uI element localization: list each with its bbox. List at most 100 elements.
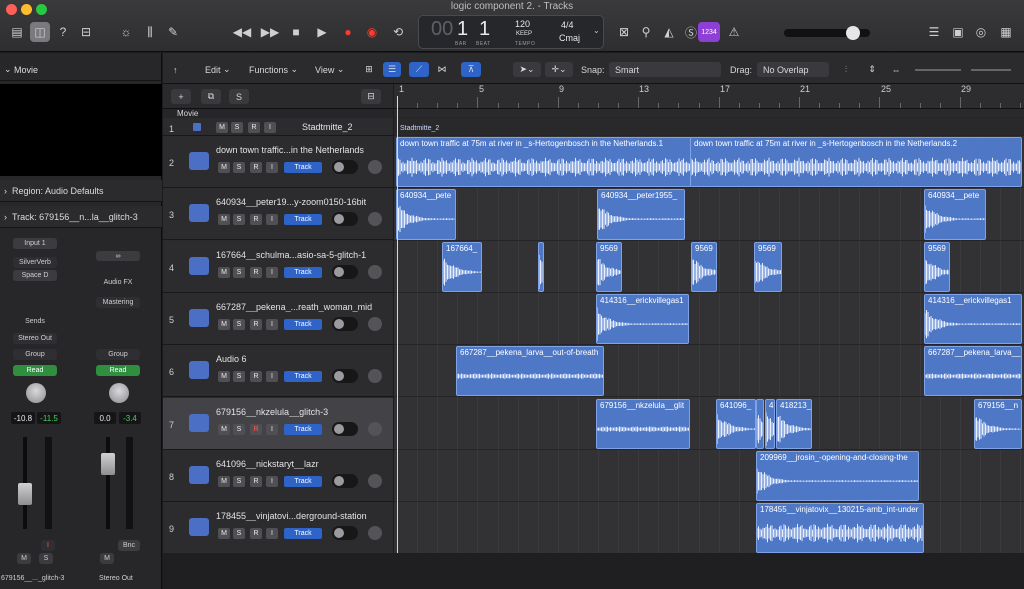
audio-region[interactable]: [756, 398, 764, 449]
group-slot[interactable]: Group: [96, 349, 140, 360]
stop-button[interactable]: ■: [286, 22, 306, 42]
audio-region[interactable]: 9569: [691, 241, 717, 292]
input-monitor-button[interactable]: I: [266, 423, 278, 435]
mute-button[interactable]: M: [100, 553, 114, 564]
track-header-2[interactable]: 2 down town traffic...in the Netherlands…: [163, 136, 393, 188]
audio-region[interactable]: 418213_: [776, 398, 812, 449]
track-on-toggle[interactable]: [332, 264, 358, 279]
pointer-tool-icon[interactable]: ➤⌄: [513, 62, 541, 77]
record-button[interactable]: R: [250, 266, 262, 278]
quick-help-button[interactable]: ?: [53, 22, 73, 42]
notepad-button[interactable]: ▣: [948, 22, 968, 42]
playhead[interactable]: [397, 96, 398, 556]
cpu-meter-badge[interactable]: 1234: [698, 22, 720, 42]
record-button[interactable]: R: [248, 122, 260, 133]
horizontal-zoom-slider[interactable]: [971, 62, 1019, 77]
volume-knob[interactable]: [368, 160, 382, 174]
audio-region[interactable]: 679156__nkzelula__glit: [596, 398, 690, 449]
drag-dropdown[interactable]: No Overlap: [757, 62, 829, 77]
tracks-area[interactable]: Stadtmitte_2 down town traffic at 75m at…: [394, 109, 1024, 553]
mute-button[interactable]: M: [218, 371, 230, 383]
input-monitor-button[interactable]: I: [264, 122, 276, 133]
audio-region[interactable]: 9569: [596, 241, 622, 292]
solo-button[interactable]: S: [233, 214, 245, 226]
automation-mode[interactable]: Read: [13, 365, 57, 376]
record-button[interactable]: R: [250, 318, 262, 330]
track-header-9[interactable]: 9 178455__vinjatovi...derground-station …: [163, 502, 393, 555]
input-monitor-button[interactable]: I: [266, 318, 278, 330]
replace-record-button[interactable]: ◉: [362, 22, 382, 42]
record-button[interactable]: R: [250, 162, 262, 173]
record-button[interactable]: R: [250, 528, 262, 540]
record-button[interactable]: R: [250, 214, 262, 226]
input-monitor-button[interactable]: I: [266, 266, 278, 278]
edit-menu[interactable]: Edit ⌄: [201, 62, 235, 77]
list-view-icon[interactable]: ☰: [383, 62, 401, 77]
metronome-button[interactable]: ◭: [659, 22, 679, 42]
track-header-3[interactable]: 3 640934__peter19...y-zoom0150-16bit M S…: [163, 188, 393, 241]
cycle-button[interactable]: ⟲: [388, 22, 408, 42]
solo-button[interactable]: S: [231, 122, 243, 133]
volume-knob[interactable]: [368, 421, 382, 436]
solo-button[interactable]: S: [233, 528, 245, 540]
audio-fx-slot[interactable]: Audio FX: [96, 277, 140, 288]
mute-button[interactable]: M: [218, 423, 230, 435]
audio-region[interactable]: 178455__vinjatovix__130215-amb_int-under: [756, 503, 924, 553]
volume-knob[interactable]: [368, 264, 382, 279]
master-volume-knob[interactable]: [846, 26, 860, 40]
volume-knob[interactable]: [368, 316, 382, 331]
list-editors-button[interactable]: ☰: [924, 22, 944, 42]
back-arrow-icon[interactable]: ↑: [173, 62, 189, 77]
space-designer-plugin[interactable]: Space D: [13, 270, 57, 281]
track-button[interactable]: Track: [284, 528, 322, 540]
forward-button[interactable]: ▶▶: [260, 22, 280, 42]
track-header-4[interactable]: 4 167664__schulma...asio-sa-5-glitch-1 M…: [163, 240, 393, 293]
audio-region[interactable]: 641096_: [716, 398, 756, 449]
automation-mode[interactable]: Read: [96, 365, 140, 376]
pan-knob[interactable]: [109, 383, 129, 403]
track-on-toggle[interactable]: [332, 160, 358, 174]
audio-region[interactable]: 640934__peter1955_: [597, 189, 685, 240]
solo-button[interactable]: S: [233, 318, 245, 330]
play-button[interactable]: ▶: [312, 22, 332, 42]
audio-region[interactable]: [538, 241, 544, 292]
count-in-button[interactable]: ⊠: [614, 22, 634, 42]
warning-button[interactable]: ⚠: [724, 22, 744, 42]
mute-button[interactable]: M: [218, 266, 230, 278]
solo-button[interactable]: S: [233, 423, 245, 435]
input-monitor-button[interactable]: I: [266, 528, 278, 540]
smart-controls-button[interactable]: ☼: [116, 22, 136, 42]
chevron-down-icon[interactable]: ⌄: [593, 26, 600, 35]
track-header-8[interactable]: 8 641096__nickstaryt__lazr M S R I Track: [163, 449, 393, 502]
track-button[interactable]: Track: [284, 162, 322, 173]
group-slot[interactable]: Group: [13, 349, 57, 360]
audio-region[interactable]: 414316__erickvillegas1: [596, 293, 689, 345]
record-button[interactable]: ●: [338, 22, 358, 42]
input-monitor-button[interactable]: I: [266, 214, 278, 226]
record-button[interactable]: R: [250, 423, 262, 435]
vertical-zoom-icon[interactable]: ⇕: [863, 62, 881, 77]
track-button[interactable]: Track: [284, 214, 322, 226]
audio-region[interactable]: 167664_: [442, 241, 482, 292]
volume-knob[interactable]: [368, 212, 382, 227]
sends-slot[interactable]: Sends: [13, 316, 57, 327]
audio-region[interactable]: 667287__pekena_larva__: [924, 346, 1022, 397]
track-on-toggle[interactable]: [332, 212, 358, 227]
audio-region[interactable]: 9569: [754, 241, 782, 292]
view-menu[interactable]: View ⌄: [311, 62, 348, 77]
track-on-toggle[interactable]: [332, 369, 358, 384]
solo-button[interactable]: S: [39, 553, 53, 564]
track-on-toggle[interactable]: [332, 473, 358, 488]
inspector-button[interactable]: ◫: [30, 22, 50, 42]
audio-region[interactable]: 4: [765, 398, 775, 449]
loop-browser-button[interactable]: ◎: [971, 22, 991, 42]
track-button[interactable]: Track: [284, 318, 322, 330]
audio-region[interactable]: 679156__n: [974, 398, 1022, 449]
region-section-header[interactable]: › Region: Audio Defaults: [0, 180, 162, 202]
tuner-button[interactable]: ⚲: [636, 22, 656, 42]
track-button[interactable]: Track: [284, 475, 322, 487]
duplicate-track-button[interactable]: ⧉: [201, 89, 221, 104]
mute-button[interactable]: M: [216, 122, 228, 133]
snap-dropdown[interactable]: Smart: [609, 62, 721, 77]
automation-icon[interactable]: ⟋: [409, 62, 429, 77]
